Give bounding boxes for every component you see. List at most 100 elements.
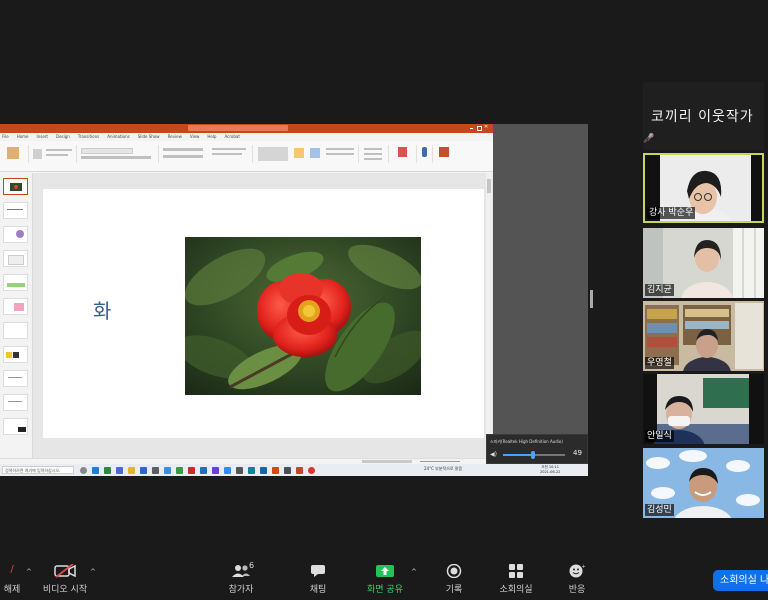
word-icon[interactable] xyxy=(140,467,147,474)
view-splitter-handle[interactable] xyxy=(590,290,593,308)
ppt-ribbon-tab[interactable]: Slide Show xyxy=(138,134,160,139)
app-icon[interactable] xyxy=(248,467,255,474)
participant-tile[interactable]: 강사 박순우 xyxy=(643,153,764,223)
speaker-icon[interactable]: ◀) xyxy=(490,451,497,458)
app-icon[interactable] xyxy=(164,467,171,474)
camellia-image xyxy=(185,237,421,395)
slide-thumbnail[interactable] xyxy=(3,202,28,219)
ppt-ribbon-tab[interactable]: Review xyxy=(168,134,182,139)
breakout-room-button[interactable]: 소회의실 나 xyxy=(713,570,768,591)
ppt-ribbon-tab[interactable]: Animations xyxy=(107,134,129,139)
slide-thumbnail[interactable] xyxy=(3,394,28,411)
weather-status[interactable]: 24°C 부분적으로 맑음 xyxy=(424,466,462,472)
ribbon-group-acrobat[interactable] xyxy=(390,145,417,163)
slide-thumbnail[interactable] xyxy=(3,346,28,363)
ribbon-group-font[interactable] xyxy=(78,145,159,163)
participant-tile[interactable]: 안일식 xyxy=(643,374,764,444)
windows-taskbar: 검색하려면 여기에 입력하십시오. 24°C 부분적으로 맑음 오전 10:11… xyxy=(0,464,588,476)
participants-button[interactable]: 6 참가자 xyxy=(222,561,260,595)
video-off-icon xyxy=(36,563,94,578)
current-slide[interactable]: 화 xyxy=(43,189,484,438)
slide-thumbnail[interactable] xyxy=(3,250,28,267)
participant-tile[interactable]: 김지균 xyxy=(643,228,764,298)
system-clock[interactable]: 오전 10:11 2021-06-22 xyxy=(540,465,560,475)
slide-thumbnail[interactable] xyxy=(3,322,28,339)
audio-options-caret[interactable]: ^ xyxy=(26,568,32,576)
participant-name: 우영철 xyxy=(645,357,674,369)
ppt-ribbon-tab[interactable]: Acrobat xyxy=(224,134,239,139)
ppt-ribbon-tab[interactable]: Help xyxy=(207,134,216,139)
edge-icon[interactable] xyxy=(92,467,99,474)
minimize-icon[interactable] xyxy=(470,128,473,129)
video-options-caret[interactable]: ^ xyxy=(90,568,96,576)
record-label: 기록 xyxy=(445,585,463,595)
meeting-name: 코끼리 이웃작가 xyxy=(651,109,754,125)
app-icon[interactable] xyxy=(176,467,183,474)
chat-button[interactable]: 채팅 xyxy=(302,564,334,595)
ppt-ribbon-tab[interactable]: Design xyxy=(56,134,70,139)
app-icon[interactable] xyxy=(212,467,219,474)
window-controls[interactable]: ✕ xyxy=(470,124,490,131)
task-view-icon[interactable] xyxy=(80,467,87,474)
start-video-button[interactable]: 비디오 시작 xyxy=(36,563,94,595)
slide-scrollbar[interactable] xyxy=(486,173,492,458)
app-icon[interactable] xyxy=(188,467,195,474)
slide-thumbnail[interactable] xyxy=(3,178,28,195)
ppt-ribbon-tab[interactable]: Home xyxy=(17,134,29,139)
slide-thumbnail[interactable] xyxy=(3,226,28,243)
volume-value: 49 xyxy=(573,449,582,457)
ribbon-group-designer[interactable] xyxy=(434,145,454,163)
ribbon-group-editing[interactable] xyxy=(360,145,389,163)
app-icon[interactable] xyxy=(308,467,315,474)
ribbon-group-paragraph[interactable] xyxy=(160,145,253,163)
ribbon-group-clipboard[interactable] xyxy=(2,145,29,163)
audio-device-name[interactable]: 스피커(Realtek High Definition Audio) xyxy=(490,439,563,445)
chat-label: 채팅 xyxy=(309,585,327,595)
slide-thumbnail[interactable] xyxy=(3,298,28,315)
breakout-rooms-label: 소회의실 xyxy=(499,585,533,595)
slide-thumbnail[interactable] xyxy=(3,418,28,435)
volume-popup: 스피커(Realtek High Definition Audio) ◀) 49 xyxy=(486,434,588,464)
share-options-caret[interactable]: ^ xyxy=(411,568,417,576)
ppt-ribbon-tab[interactable]: View xyxy=(190,134,200,139)
participants-icon: 6 xyxy=(222,561,260,578)
camellia-photo[interactable] xyxy=(185,237,421,395)
app-icon[interactable] xyxy=(152,467,159,474)
powerpoint-window: ✕ File Home Insert Design Transitions Animati… xyxy=(0,124,493,476)
app-icon[interactable] xyxy=(260,467,267,474)
reactions-button[interactable]: + 반응 xyxy=(563,564,591,595)
maximize-icon[interactable] xyxy=(477,126,482,131)
participant-name: 김성민 xyxy=(645,504,674,516)
unmute-label: 해제 xyxy=(3,585,21,595)
app-icon[interactable] xyxy=(272,467,279,474)
excel-icon[interactable] xyxy=(104,467,111,474)
close-icon[interactable]: ✕ xyxy=(484,124,488,130)
zoom-icon[interactable] xyxy=(224,467,231,474)
app-icon[interactable] xyxy=(116,467,123,474)
ppt-ribbon-tab[interactable]: Insert xyxy=(37,134,48,139)
app-icon[interactable] xyxy=(200,467,207,474)
participant-tile[interactable]: 김성민 xyxy=(643,448,764,518)
powerpoint-icon[interactable] xyxy=(296,467,303,474)
participants-count: 6 xyxy=(249,561,255,570)
ribbon-group-drawing[interactable] xyxy=(254,145,359,163)
folder-icon[interactable] xyxy=(128,467,135,474)
app-icon[interactable] xyxy=(284,467,291,474)
ppt-search-box[interactable] xyxy=(188,125,288,131)
unmute-button[interactable]: / 해제 xyxy=(0,564,24,595)
ribbon-group-voice[interactable] xyxy=(418,145,433,163)
ribbon-group-slides[interactable] xyxy=(30,145,77,163)
app-icon[interactable] xyxy=(236,467,243,474)
ppt-ribbon-tab[interactable]: Transitions xyxy=(78,134,99,139)
participant-tile[interactable]: 우영철 xyxy=(643,301,764,371)
ppt-ribbon-tab[interactable]: File xyxy=(2,134,9,139)
slide-thumbnail[interactable] xyxy=(3,370,28,387)
volume-slider-thumb[interactable] xyxy=(531,451,536,459)
taskbar-search[interactable]: 검색하려면 여기에 입력하십시오. xyxy=(2,466,74,474)
slide-text[interactable]: 화 xyxy=(93,295,111,324)
slide-thumbnail[interactable] xyxy=(3,274,28,291)
breakout-rooms-button[interactable]: 소회의실 xyxy=(495,564,537,595)
ppt-title-bar: ✕ xyxy=(0,124,493,133)
share-screen-button[interactable]: 화면 공유 xyxy=(362,564,408,595)
record-button[interactable]: 기록 xyxy=(440,563,468,595)
